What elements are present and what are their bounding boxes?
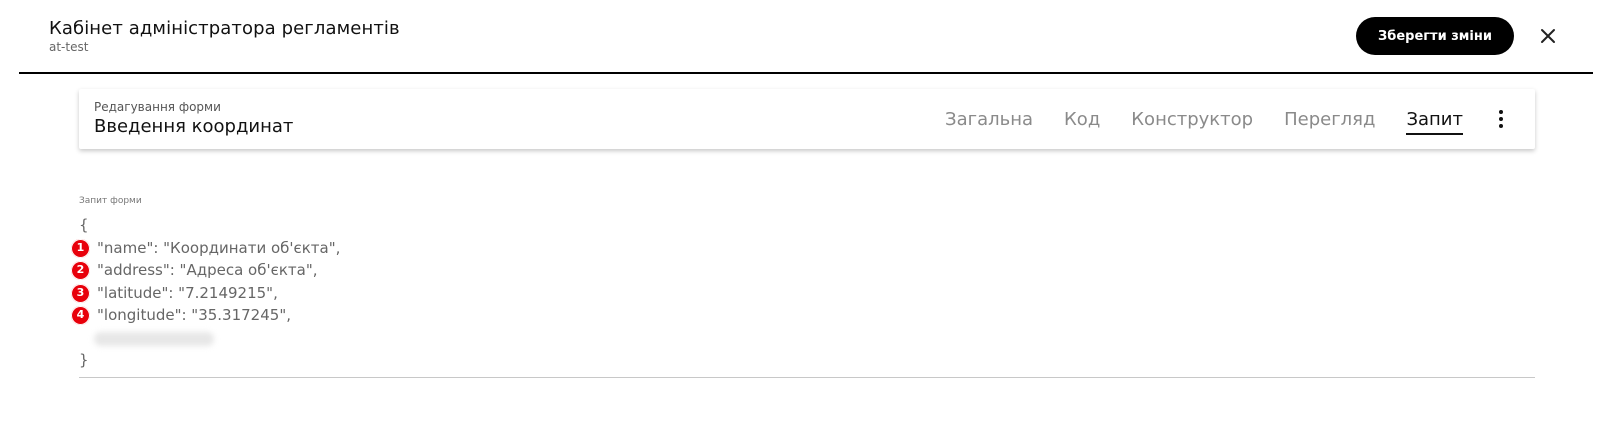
- app-title: Кабінет адміністратора регламентів: [49, 18, 400, 39]
- line-text: "address": "Адреса об'єкта",: [97, 261, 318, 279]
- code-line-latitude: 3 "latitude": "7.2149215",: [71, 282, 340, 305]
- line-text: "name": "Координати об'єкта",: [97, 238, 341, 257]
- code-line-address: 2 "address": "Адреса об'єкта",: [71, 259, 340, 282]
- form-tabs: Загальна Код Конструктор Перегляд Запит: [945, 89, 1463, 149]
- redacted-text: [94, 331, 214, 346]
- section-label: Запит форми: [79, 196, 142, 206]
- form-title: Введення координат: [94, 116, 294, 137]
- bottom-divider: [79, 377, 1535, 378]
- app-header: Кабінет адміністратора регламентів at-te…: [0, 0, 1612, 74]
- tab-general[interactable]: Загальна: [945, 89, 1033, 149]
- tab-request[interactable]: Запит: [1406, 89, 1463, 149]
- badge-1: 1: [71, 238, 90, 258]
- line-text: "longitude": "35.317245",: [97, 306, 291, 324]
- badge-4: 4: [71, 306, 90, 325]
- code-line-longitude: 4 "longitude": "35.317245",: [71, 304, 340, 327]
- header-divider: [19, 72, 1593, 74]
- tab-constructor[interactable]: Конструктор: [1131, 89, 1253, 149]
- open-brace: {: [79, 216, 89, 234]
- save-changes-button[interactable]: Зберегти зміни: [1356, 17, 1514, 55]
- form-header-card: Редагування форми Введення координат Заг…: [79, 89, 1535, 149]
- close-brace: }: [79, 351, 89, 369]
- request-code-block: { 1 "name": "Координати об'єкта", 2 "add…: [71, 214, 341, 372]
- line-text: "latitude": "7.2149215",: [97, 283, 278, 302]
- form-caption: Редагування форми: [94, 100, 221, 114]
- tab-code[interactable]: Код: [1064, 89, 1100, 149]
- app-subtitle: at-test: [49, 40, 89, 54]
- badge-3: 3: [71, 283, 90, 303]
- close-button[interactable]: [1534, 22, 1562, 50]
- redacted-line: [79, 327, 340, 350]
- code-line-name: 1 "name": "Координати об'єкта",: [71, 237, 341, 260]
- tab-preview[interactable]: Перегляд: [1284, 89, 1375, 149]
- close-icon: [1541, 29, 1555, 43]
- more-vertical-icon[interactable]: [1491, 107, 1511, 131]
- badge-2: 2: [71, 261, 90, 280]
